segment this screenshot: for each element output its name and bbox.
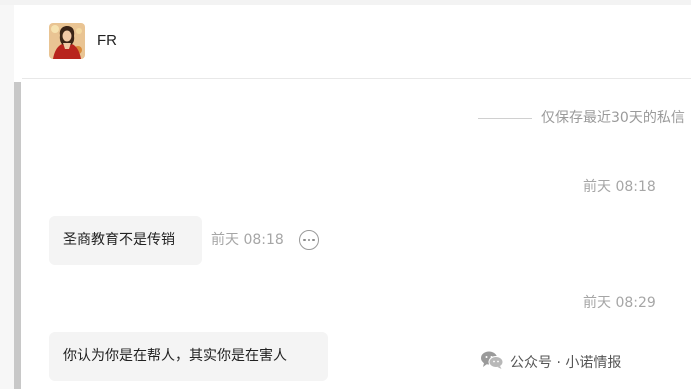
- more-options-icon[interactable]: [299, 230, 319, 250]
- message-timestamp: 前天 08:29: [583, 295, 656, 311]
- message-text: 圣商教育不是传销: [63, 232, 175, 248]
- wechat-icon: [480, 350, 504, 376]
- retention-notice: 仅保存最近30天的私信: [541, 110, 685, 126]
- chat-header: FR: [22, 5, 691, 79]
- message-timestamp: 前天 08:18: [583, 179, 656, 195]
- watermark-text: 公众号 · 小诺情报: [510, 355, 622, 371]
- watermark: 公众号 · 小诺情报: [480, 350, 621, 376]
- conversation-list-edge: [0, 5, 14, 389]
- scrollbar[interactable]: [14, 82, 21, 389]
- avatar[interactable]: [49, 23, 85, 59]
- chat-title: FR: [97, 32, 117, 49]
- message-time: 前天 08:18: [211, 232, 284, 248]
- message-bubble[interactable]: 你认为你是在帮人，其实你是在害人: [49, 332, 328, 381]
- message-text: 你认为你是在帮人，其实你是在害人: [63, 348, 287, 364]
- message-bubble[interactable]: 圣商教育不是传销: [49, 216, 202, 265]
- notice-divider: [478, 118, 532, 119]
